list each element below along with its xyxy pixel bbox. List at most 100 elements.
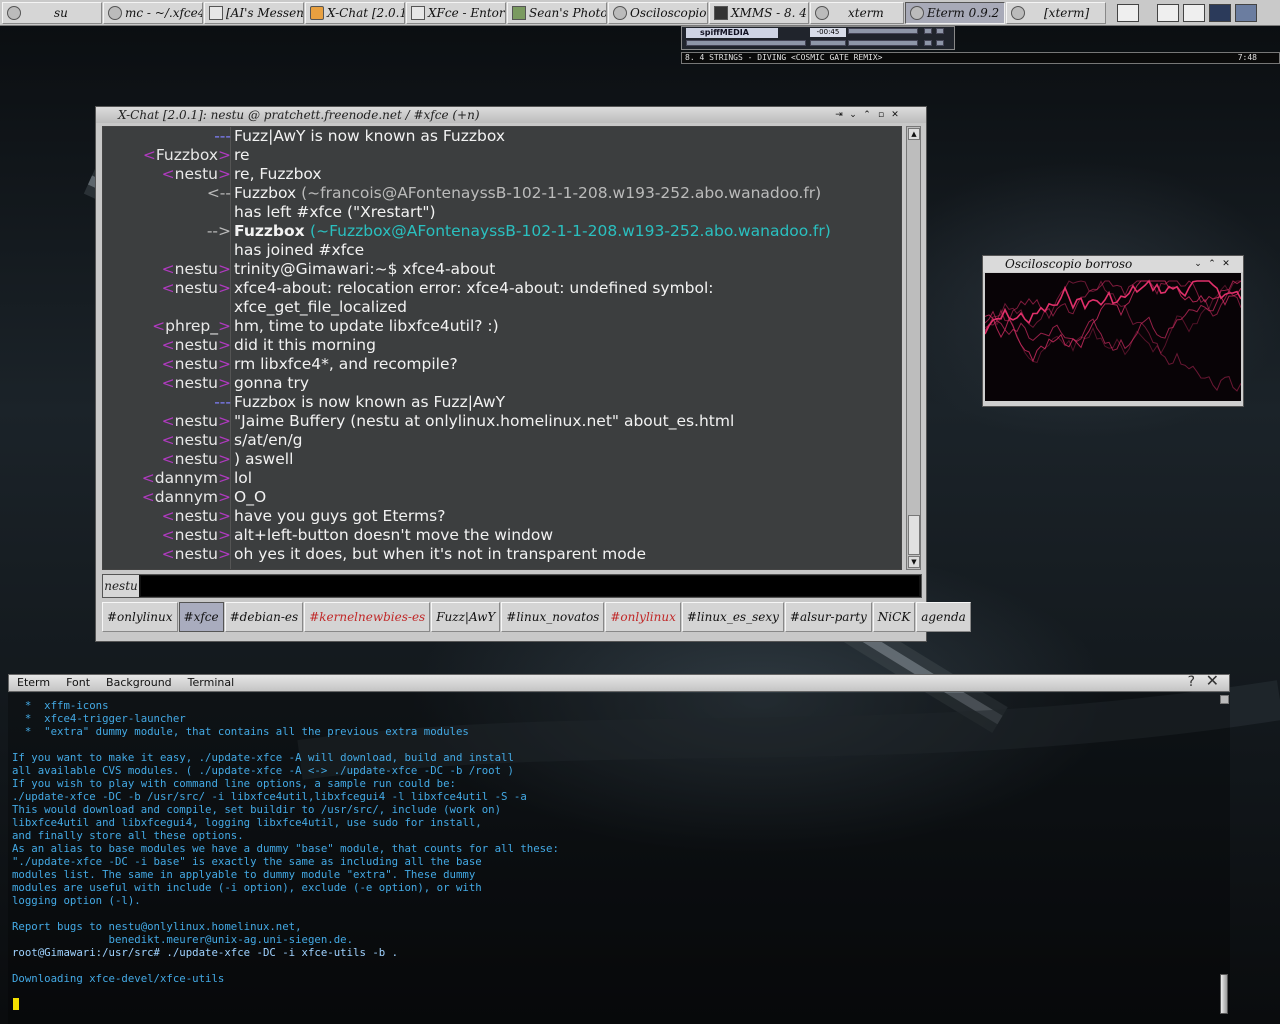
scroll-up-icon[interactable]: ▲: [908, 128, 920, 140]
chat-message: <nestu> rm libxfce4*, and recompile?: [103, 355, 901, 374]
xmms-balance-slider[interactable]: [810, 40, 846, 46]
scroll-down-icon[interactable]: ▼: [908, 556, 920, 568]
chevron-down-icon[interactable]: ⌄: [1191, 257, 1205, 271]
terminal-line: modules list. The same in applyable to d…: [12, 868, 476, 881]
workspace-3-button[interactable]: [1183, 3, 1205, 22]
nick-button[interactable]: nestu: [103, 575, 139, 597]
workspace-2-button[interactable]: [1157, 3, 1179, 22]
taskbar-task-mc[interactable]: mc - ~/.xfce4: [103, 1, 203, 24]
chat-message-text: xfce_get_file_localized: [234, 298, 407, 316]
channel-tab[interactable]: #linux_novatos: [501, 602, 605, 632]
chat-message: <nestu> s/at/en/g: [103, 431, 901, 450]
terminal-line: all available CVS modules. ( ./update-xf…: [12, 764, 514, 777]
pin-icon[interactable]: ⇥: [832, 108, 846, 122]
close-icon[interactable]: ✕: [1219, 257, 1233, 271]
channel-tab[interactable]: #onlylinux: [605, 602, 681, 632]
chat-scrollbar[interactable]: ▲ ▼: [906, 126, 921, 570]
terminal-line: root@Gimawari:/usr/src# ./update-xfce -D…: [12, 946, 399, 959]
oscilloscope-window: Osciloscopio borroso ⌄ ⌃ ✕: [982, 255, 1244, 407]
help-icon[interactable]: ?: [1188, 674, 1195, 690]
chat-message-nick: <nestu>: [161, 279, 231, 297]
chat-message: <dannym> lol: [103, 469, 901, 488]
chat-message-nick: <nestu>: [161, 374, 231, 392]
workspace-4-button[interactable]: [1209, 3, 1231, 22]
taskbar: su mc - ~/.xfce4 [AI's Messeng X-Chat [2…: [0, 0, 1280, 26]
taskbar-task-messenger[interactable]: [AI's Messeng: [204, 1, 304, 24]
menu-background[interactable]: Background: [98, 675, 180, 691]
photo-icon: [512, 5, 526, 20]
scroll-thumb[interactable]: [908, 515, 920, 555]
channel-tab[interactable]: #linux_es_sexy: [681, 602, 784, 632]
chevron-down-icon[interactable]: ⌄: [846, 108, 860, 122]
channel-tab[interactable]: Fuzz|AwY: [431, 602, 501, 632]
chat-message: <nestu> gonna try: [103, 374, 901, 393]
xmms-close-button[interactable]: [936, 28, 944, 34]
xchat-titlebar[interactable]: X-Chat [2.0.1]: nestu @ pratchett.freeno…: [96, 107, 926, 123]
xmms-volume-slider[interactable]: [686, 40, 806, 46]
chat-message-text: Fuzzbox (~francois@AFontenayssB-102-1-1-…: [234, 184, 822, 202]
eterm-scroll-up-icon[interactable]: [1220, 695, 1229, 704]
channel-tab[interactable]: agenda: [916, 602, 971, 632]
xchat-window-buttons: ⇥ ⌄ ⌃ ▫ ✕: [832, 108, 902, 122]
chat-message: <nestu> have you guys got Eterms?: [103, 507, 901, 526]
chat-message-nick: -->: [206, 222, 231, 240]
chat-message-text: gonna try: [234, 374, 310, 392]
xmms-song-time: 7:48: [1237, 53, 1257, 62]
taskbar-task-xterm[interactable]: xterm: [810, 1, 904, 24]
xmms-controls[interactable]: [848, 28, 918, 34]
eterm-scroll-thumb[interactable]: [1220, 974, 1228, 1014]
terminal-line: "./update-xfce -DC -i base" is exactly t…: [12, 855, 482, 868]
chat-message-text: oh yes it does, but when it's not in tra…: [234, 545, 647, 563]
chat-message: <nestu> xfce4-about: relocation error: xf…: [103, 279, 901, 298]
chat-message-nick: <nestu>: [161, 412, 231, 430]
workspace-1-button[interactable]: [1117, 3, 1139, 22]
menu-font[interactable]: Font: [58, 675, 98, 691]
close-icon[interactable]: ✕: [1206, 673, 1219, 689]
xmms-seek-slider[interactable]: [848, 40, 918, 46]
eterm-terminal[interactable]: * xffm-icons * xfce4-trigger-launcher * …: [8, 693, 1230, 1024]
chat-message-text: Fuzzbox (~Fuzzbox@AFontenayssB-102-1-1-2…: [234, 222, 831, 240]
taskbar-task-eterm[interactable]: Eterm 0.9.2: [905, 1, 1005, 24]
taskbar-task-su[interactable]: su: [2, 1, 102, 24]
taskbar-task-xterm-2[interactable]: [xterm]: [1006, 1, 1106, 24]
xmms-shade-button[interactable]: [924, 40, 932, 46]
taskbar-task-xchat[interactable]: X-Chat [2.0.1]: [305, 1, 405, 24]
chat-message-text: Fuzz|AwY is now known as Fuzzbox: [234, 127, 506, 145]
chat-message-nick: ---: [214, 127, 231, 145]
chat-text-area[interactable]: --- Fuzz|AwY is now known as Fuzzbox <Fuzz…: [102, 126, 902, 570]
xmms-minimize-button[interactable]: [924, 28, 932, 34]
chat-message-text: Fuzzbox is now known as Fuzz|AwY: [234, 393, 506, 411]
taskbar-task-photo[interactable]: Sean's Photo G: [507, 1, 607, 24]
chat-message-text: has joined #xfce: [234, 241, 365, 259]
menu-eterm[interactable]: Eterm: [9, 675, 58, 691]
menu-terminal[interactable]: Terminal: [180, 675, 243, 691]
xmms-eject-button[interactable]: [936, 40, 944, 46]
channel-tab[interactable]: NiCK: [872, 602, 916, 632]
gear-icon: [815, 5, 829, 20]
channel-tab[interactable]: #onlylinux: [102, 602, 178, 632]
close-icon[interactable]: ✕: [888, 108, 902, 122]
settings-icon[interactable]: [1235, 3, 1257, 22]
chat-message: --> Fuzzbox (~Fuzzbox@AFontenayssB-102-1-…: [103, 222, 901, 241]
chevron-up-icon[interactable]: ⌃: [860, 108, 874, 122]
xchat-window: X-Chat [2.0.1]: nestu @ pratchett.freeno…: [95, 106, 971, 642]
terminal-line: logging option (-l).: [12, 894, 141, 907]
chevron-up-icon[interactable]: ⌃: [1205, 257, 1219, 271]
channel-tab[interactable]: #kernelnewbies-es: [304, 602, 431, 632]
taskbar-task-xmms[interactable]: XMMS - 8. 4 S: [709, 1, 809, 24]
taskbar-task-xfce[interactable]: XFce - Entornc: [406, 1, 506, 24]
oscilloscope-display: [985, 273, 1241, 401]
channel-tab[interactable]: #xfce: [178, 602, 224, 632]
chat-message-nick: <dannym>: [141, 469, 231, 487]
maximize-icon[interactable]: ▫: [874, 108, 888, 122]
terminal-cursor: [13, 998, 19, 1010]
chat-input[interactable]: [141, 576, 919, 596]
terminal-line: If you want to make it easy, ./update-xf…: [12, 751, 514, 764]
taskbar-task-oscilloscope[interactable]: Osciloscopio b: [608, 1, 708, 24]
eterm-menubar: Eterm Font Background Terminal ? ✕: [8, 673, 1230, 692]
chat-message-text: has left #xfce ("Xrestart"): [234, 203, 436, 221]
channel-tab[interactable]: #alsur-party: [784, 602, 872, 632]
chat-message-nick: <nestu>: [161, 507, 231, 525]
channel-tab[interactable]: #debian-es: [224, 602, 304, 632]
chat-message: <nestu> alt+left-button doesn't move the …: [103, 526, 901, 545]
